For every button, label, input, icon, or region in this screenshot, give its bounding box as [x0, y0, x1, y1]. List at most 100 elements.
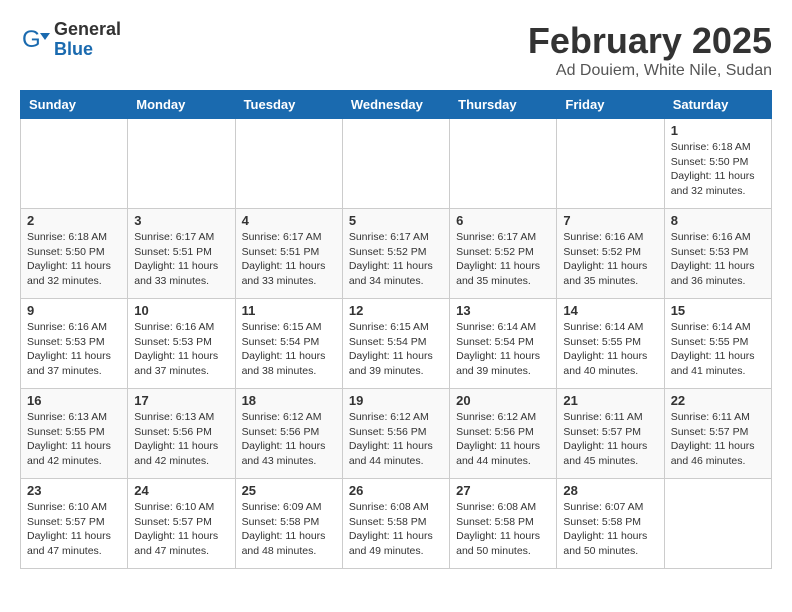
day-number: 20	[456, 393, 550, 408]
header-friday: Friday	[557, 91, 664, 119]
day-cell-1-2: 4 Sunrise: 6:17 AM Sunset: 5:51 PM Daylig…	[235, 209, 342, 299]
day-cell-4-5: 28Sunrise: 6:07 AM Sunset: 5:58 PM Dayli…	[557, 479, 664, 569]
day-number: 18	[242, 393, 336, 408]
day-number: 6	[456, 213, 550, 228]
day-cell-3-0: 16 Sunrise: 6:13 AM Sunset: 5:55 PM Dayli…	[21, 389, 128, 479]
day-info: Sunrise: 6:16 AM Sunset: 5:53 PM Dayligh…	[27, 320, 121, 379]
day-cell-3-1: 17 Sunrise: 6:13 AM Sunset: 5:56 PM Dayli…	[128, 389, 235, 479]
day-cell-1-3: 5 Sunrise: 6:17 AM Sunset: 5:52 PM Daylig…	[342, 209, 449, 299]
day-number: 4	[242, 213, 336, 228]
day-cell-0-3	[342, 119, 449, 209]
day-cell-3-6: 22Sunrise: 6:11 AM Sunset: 5:57 PM Dayli…	[664, 389, 771, 479]
day-info: Sunrise: 6:10 AM Sunset: 5:57 PM Dayligh…	[134, 500, 228, 559]
header-tuesday: Tuesday	[235, 91, 342, 119]
logo-general: General	[54, 20, 121, 40]
header-thursday: Thursday	[450, 91, 557, 119]
logo-text: General Blue	[54, 20, 121, 60]
day-cell-4-1: 24 Sunrise: 6:10 AM Sunset: 5:57 PM Dayli…	[128, 479, 235, 569]
day-info: Sunrise: 6:15 AM Sunset: 5:54 PM Dayligh…	[349, 320, 443, 379]
day-number: 11	[242, 303, 336, 318]
day-info: Sunrise: 6:08 AM Sunset: 5:58 PM Dayligh…	[456, 500, 550, 559]
day-cell-0-6: 1 Sunrise: 6:18 AM Sunset: 5:50 PM Daylig…	[664, 119, 771, 209]
day-cell-4-0: 23 Sunrise: 6:10 AM Sunset: 5:57 PM Dayli…	[21, 479, 128, 569]
day-number: 17	[134, 393, 228, 408]
day-info: Sunrise: 6:17 AM Sunset: 5:51 PM Dayligh…	[134, 230, 228, 289]
day-number: 1	[671, 123, 765, 138]
day-info: Sunrise: 6:16 AM Sunset: 5:52 PM Dayligh…	[563, 230, 657, 289]
day-number: 23	[27, 483, 121, 498]
day-number: 19	[349, 393, 443, 408]
day-cell-4-4: 27Sunrise: 6:08 AM Sunset: 5:58 PM Dayli…	[450, 479, 557, 569]
day-cell-3-4: 20Sunrise: 6:12 AM Sunset: 5:56 PM Dayli…	[450, 389, 557, 479]
day-info: Sunrise: 6:12 AM Sunset: 5:56 PM Dayligh…	[349, 410, 443, 469]
week-row-2: 9Sunrise: 6:16 AM Sunset: 5:53 PM Daylig…	[21, 299, 772, 389]
day-info: Sunrise: 6:14 AM Sunset: 5:55 PM Dayligh…	[671, 320, 765, 379]
day-number: 22	[671, 393, 765, 408]
day-number: 26	[349, 483, 443, 498]
day-cell-1-4: 6 Sunrise: 6:17 AM Sunset: 5:52 PM Daylig…	[450, 209, 557, 299]
day-number: 24	[134, 483, 228, 498]
logo-icon: G	[20, 25, 50, 55]
day-cell-4-2: 25Sunrise: 6:09 AM Sunset: 5:58 PM Dayli…	[235, 479, 342, 569]
day-number: 5	[349, 213, 443, 228]
day-number: 21	[563, 393, 657, 408]
day-cell-4-3: 26 Sunrise: 6:08 AM Sunset: 5:58 PM Dayli…	[342, 479, 449, 569]
calendar-table: Sunday Monday Tuesday Wednesday Thursday…	[20, 90, 772, 569]
day-number: 3	[134, 213, 228, 228]
calendar-header-row: Sunday Monday Tuesday Wednesday Thursday…	[21, 91, 772, 119]
day-info: Sunrise: 6:10 AM Sunset: 5:57 PM Dayligh…	[27, 500, 121, 559]
day-info: Sunrise: 6:13 AM Sunset: 5:56 PM Dayligh…	[134, 410, 228, 469]
day-number: 7	[563, 213, 657, 228]
logo: G General Blue	[20, 20, 121, 60]
week-row-4: 23 Sunrise: 6:10 AM Sunset: 5:57 PM Dayli…	[21, 479, 772, 569]
day-info: Sunrise: 6:09 AM Sunset: 5:58 PM Dayligh…	[242, 500, 336, 559]
day-number: 16	[27, 393, 121, 408]
day-cell-1-0: 2 Sunrise: 6:18 AM Sunset: 5:50 PM Daylig…	[21, 209, 128, 299]
day-number: 13	[456, 303, 550, 318]
day-info: Sunrise: 6:14 AM Sunset: 5:55 PM Dayligh…	[563, 320, 657, 379]
page-header: G General Blue February 2025 Ad Douiem, …	[20, 20, 772, 80]
day-cell-3-2: 18 Sunrise: 6:12 AM Sunset: 5:56 PM Dayli…	[235, 389, 342, 479]
location: Ad Douiem, White Nile, Sudan	[528, 62, 772, 80]
day-info: Sunrise: 6:18 AM Sunset: 5:50 PM Dayligh…	[27, 230, 121, 289]
day-info: Sunrise: 6:11 AM Sunset: 5:57 PM Dayligh…	[563, 410, 657, 469]
day-cell-2-4: 13 Sunrise: 6:14 AM Sunset: 5:54 PM Dayli…	[450, 299, 557, 389]
day-cell-0-2	[235, 119, 342, 209]
day-cell-1-1: 3 Sunrise: 6:17 AM Sunset: 5:51 PM Daylig…	[128, 209, 235, 299]
day-number: 14	[563, 303, 657, 318]
day-info: Sunrise: 6:14 AM Sunset: 5:54 PM Dayligh…	[456, 320, 550, 379]
day-info: Sunrise: 6:16 AM Sunset: 5:53 PM Dayligh…	[134, 320, 228, 379]
week-row-0: 1 Sunrise: 6:18 AM Sunset: 5:50 PM Daylig…	[21, 119, 772, 209]
day-info: Sunrise: 6:12 AM Sunset: 5:56 PM Dayligh…	[242, 410, 336, 469]
day-cell-3-5: 21 Sunrise: 6:11 AM Sunset: 5:57 PM Dayli…	[557, 389, 664, 479]
header-saturday: Saturday	[664, 91, 771, 119]
title-block: February 2025 Ad Douiem, White Nile, Sud…	[528, 20, 772, 80]
day-cell-2-0: 9Sunrise: 6:16 AM Sunset: 5:53 PM Daylig…	[21, 299, 128, 389]
month-title: February 2025	[528, 20, 772, 62]
week-row-3: 16 Sunrise: 6:13 AM Sunset: 5:55 PM Dayli…	[21, 389, 772, 479]
day-info: Sunrise: 6:08 AM Sunset: 5:58 PM Dayligh…	[349, 500, 443, 559]
header-sunday: Sunday	[21, 91, 128, 119]
day-cell-2-5: 14 Sunrise: 6:14 AM Sunset: 5:55 PM Dayli…	[557, 299, 664, 389]
day-cell-2-3: 12 Sunrise: 6:15 AM Sunset: 5:54 PM Dayli…	[342, 299, 449, 389]
day-cell-1-5: 7 Sunrise: 6:16 AM Sunset: 5:52 PM Daylig…	[557, 209, 664, 299]
day-cell-2-2: 11Sunrise: 6:15 AM Sunset: 5:54 PM Dayli…	[235, 299, 342, 389]
day-number: 2	[27, 213, 121, 228]
logo-blue: Blue	[54, 40, 121, 60]
day-cell-3-3: 19 Sunrise: 6:12 AM Sunset: 5:56 PM Dayli…	[342, 389, 449, 479]
day-cell-2-6: 15 Sunrise: 6:14 AM Sunset: 5:55 PM Dayli…	[664, 299, 771, 389]
day-info: Sunrise: 6:13 AM Sunset: 5:55 PM Dayligh…	[27, 410, 121, 469]
day-number: 12	[349, 303, 443, 318]
day-info: Sunrise: 6:17 AM Sunset: 5:52 PM Dayligh…	[349, 230, 443, 289]
day-cell-0-4	[450, 119, 557, 209]
day-number: 8	[671, 213, 765, 228]
header-wednesday: Wednesday	[342, 91, 449, 119]
day-cell-0-1	[128, 119, 235, 209]
day-number: 15	[671, 303, 765, 318]
day-info: Sunrise: 6:17 AM Sunset: 5:51 PM Dayligh…	[242, 230, 336, 289]
day-info: Sunrise: 6:18 AM Sunset: 5:50 PM Dayligh…	[671, 140, 765, 199]
day-number: 28	[563, 483, 657, 498]
day-cell-1-6: 8Sunrise: 6:16 AM Sunset: 5:53 PM Daylig…	[664, 209, 771, 299]
day-info: Sunrise: 6:17 AM Sunset: 5:52 PM Dayligh…	[456, 230, 550, 289]
week-row-1: 2 Sunrise: 6:18 AM Sunset: 5:50 PM Daylig…	[21, 209, 772, 299]
